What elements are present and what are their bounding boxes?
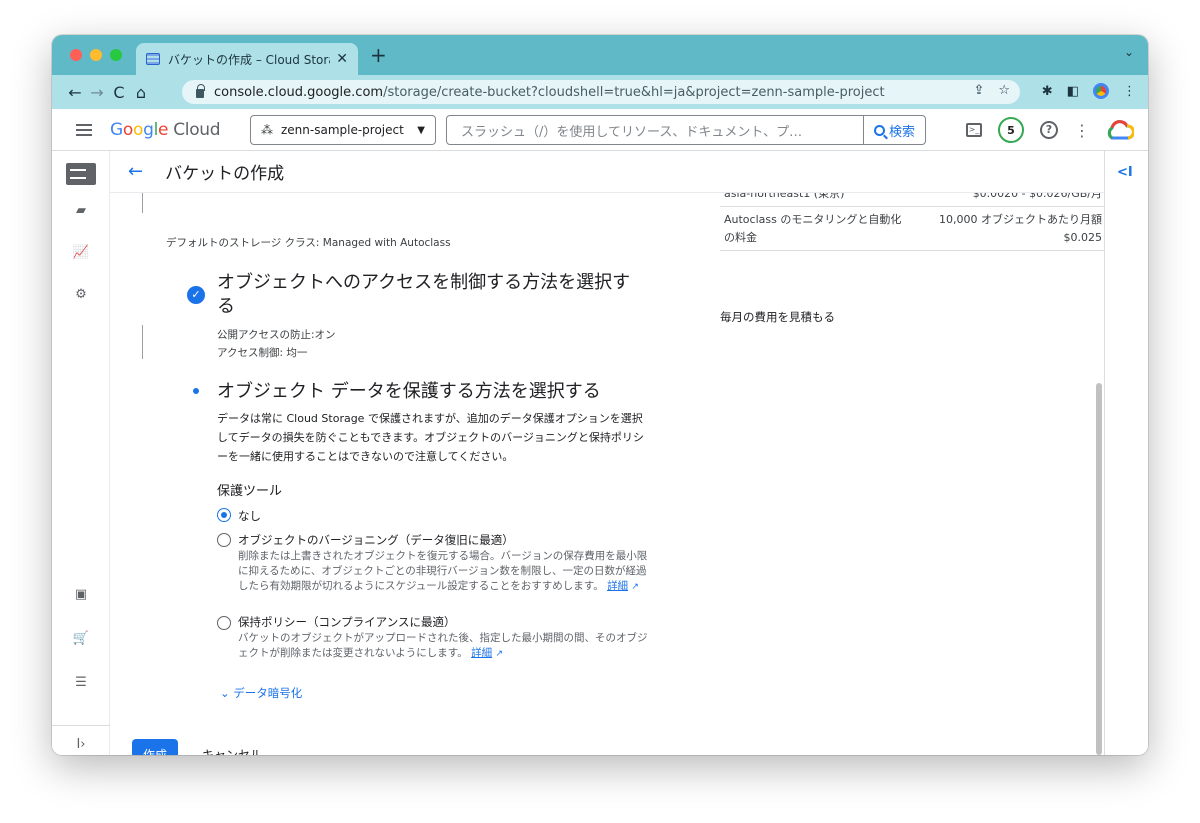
external-link-icon: ↗ bbox=[631, 582, 639, 592]
settings-icon[interactable]: ⚙ bbox=[52, 287, 110, 302]
search-button[interactable]: 検索 bbox=[862, 116, 925, 144]
option-versioning-description: 削除または上書きされたオブジェクトを復元する場合。バージョンの保存費用を最小限に… bbox=[238, 550, 648, 592]
radio-none[interactable] bbox=[217, 508, 231, 522]
chevron-down-icon: ⌄ bbox=[220, 686, 230, 700]
option-retention-label[interactable]: 保持ポリシー（コンプライアンスに最適） bbox=[238, 614, 455, 630]
page-header: ← バケットの作成 bbox=[110, 151, 1104, 193]
access-section-title[interactable]: オブジェクトへのアクセスを制御する方法を選択する bbox=[217, 271, 647, 319]
storage-class-summary: デフォルトのストレージ クラス: Managed with Autoclass bbox=[166, 237, 451, 249]
google-cloud-account-icon[interactable] bbox=[1106, 120, 1135, 140]
profile-icon[interactable] bbox=[1093, 83, 1109, 99]
pricing-row-autoclass: Autoclass のモニタリングと自動化の料金 10,000 オブジェクトあた… bbox=[720, 207, 1104, 251]
browser-tab[interactable]: バケットの作成 – Cloud Storage ✕ bbox=[136, 43, 358, 75]
tab-close-icon[interactable]: ✕ bbox=[336, 51, 348, 67]
expand-nav-icon[interactable]: I› bbox=[52, 737, 110, 752]
tab-search-chevron-icon[interactable]: ⌄ bbox=[1124, 45, 1134, 59]
more-options-icon[interactable]: ⋮ bbox=[1074, 121, 1090, 140]
lock-icon bbox=[196, 83, 205, 98]
back-icon[interactable]: ← bbox=[64, 83, 86, 102]
autoclass-fee-value: 10,000 オブジェクトあたり月額 $0.025 bbox=[939, 213, 1102, 244]
extensions-icon[interactable]: ✱ bbox=[1042, 84, 1053, 99]
current-step-dot bbox=[193, 388, 199, 394]
search-input[interactable]: スラッシュ（/）を使用してリソース、ドキュメント、プ… bbox=[447, 121, 863, 140]
project-name: zenn-sample-project bbox=[281, 123, 404, 137]
address-bar[interactable]: console.cloud.google.com/storage/create-… bbox=[182, 80, 1020, 104]
create-button[interactable]: 作成 bbox=[132, 739, 178, 755]
project-icon: ⁂ bbox=[261, 123, 273, 137]
cart-icon[interactable]: 🛒 bbox=[52, 631, 110, 646]
console-header: Google Cloud ⁂ zenn-sample-project ▼ スラッシ… bbox=[52, 109, 1148, 151]
retention-details-link[interactable]: 詳細 bbox=[471, 647, 492, 659]
back-arrow-icon[interactable]: ← bbox=[128, 161, 143, 182]
toolbar: ← → C ⌂ console.cloud.google.com/storage… bbox=[52, 75, 1148, 109]
vertical-scrollbar[interactable] bbox=[1096, 383, 1102, 755]
forward-icon[interactable]: → bbox=[86, 83, 108, 102]
marketplace-icon[interactable]: ▣ bbox=[52, 587, 110, 602]
project-selector[interactable]: ⁂ zenn-sample-project ▼ bbox=[250, 115, 436, 145]
protection-tools-heading: 保護ツール bbox=[217, 484, 283, 499]
collapse-panel-icon[interactable]: <I bbox=[1117, 165, 1133, 180]
sidepanel-icon[interactable]: ◧ bbox=[1067, 84, 1079, 99]
zoom-window-button[interactable] bbox=[110, 49, 122, 61]
option-versioning-label[interactable]: オブジェクトのバージョニング（データ復旧に最適） bbox=[238, 532, 514, 548]
reload-icon[interactable]: C bbox=[108, 83, 130, 102]
close-window-button[interactable] bbox=[70, 49, 82, 61]
autoclass-fee-label: Autoclass のモニタリングと自動化の料金 bbox=[724, 213, 902, 244]
dropdown-arrow-icon: ▼ bbox=[417, 124, 425, 136]
url-path: /storage/create-bucket?cloudshell=true&h… bbox=[383, 84, 885, 100]
protection-section-title: オブジェクト データを保護する方法を選択する bbox=[217, 381, 601, 402]
browser-window: バケットの作成 – Cloud Storage ✕ + ⌄ ← → C ⌂ co… bbox=[52, 35, 1148, 755]
tab-title: バケットの作成 – Cloud Storage bbox=[168, 52, 330, 67]
search-icon bbox=[873, 124, 885, 136]
notifications-badge[interactable]: 5 bbox=[998, 117, 1024, 143]
tab-strip: バケットの作成 – Cloud Storage ✕ + ⌄ bbox=[52, 35, 1148, 75]
access-control-summary: アクセス制御: 均一 bbox=[217, 347, 308, 359]
option-retention-description: バケットのオブジェクトがアップロードされた後、指定した最小期間の間、そのオブジェ… bbox=[238, 632, 648, 659]
versioning-details-link[interactable]: 詳細 bbox=[607, 580, 628, 592]
storage-favicon-icon bbox=[146, 53, 160, 65]
monitoring-icon[interactable]: 📈 bbox=[52, 245, 110, 260]
cloud-shell-icon[interactable]: >_ bbox=[966, 123, 982, 137]
search-bar: スラッシュ（/）を使用してリソース、ドキュメント、プ… 検索 bbox=[446, 115, 926, 145]
step-complete-check-icon: ✓ bbox=[187, 286, 205, 304]
pricing-row-location: asia-northeast1 (東京) $0.0020 - $0.026/GB… bbox=[720, 193, 1104, 207]
protection-description: データは常に Cloud Storage で保護されますが、追加のデータ保護オプ… bbox=[217, 412, 644, 463]
main-content: デフォルトのストレージ クラス: Managed with Autoclass … bbox=[110, 193, 1104, 755]
menu-icon[interactable]: ⋮ bbox=[1123, 84, 1136, 99]
buckets-icon[interactable]: ▰ bbox=[52, 203, 110, 218]
star-icon[interactable]: ☆ bbox=[998, 83, 1010, 98]
new-tab-button[interactable]: + bbox=[370, 43, 387, 67]
help-icon[interactable]: ? bbox=[1040, 121, 1058, 139]
radio-retention-policy[interactable] bbox=[217, 616, 231, 630]
data-encryption-expander[interactable]: ⌄ データ暗号化 bbox=[220, 685, 302, 701]
external-link-icon: ↗ bbox=[495, 649, 503, 659]
cloud-storage-icon[interactable] bbox=[66, 163, 96, 185]
share-icon[interactable]: ⇪ bbox=[973, 83, 984, 98]
hamburger-menu-icon[interactable] bbox=[76, 123, 92, 136]
cancel-button[interactable]: キャンセル bbox=[202, 746, 262, 755]
left-nav-rail: ▰ 📈 ⚙ ▣ 🛒 ☰ I› bbox=[52, 151, 110, 755]
google-cloud-logo[interactable]: Google Cloud bbox=[110, 120, 221, 140]
url-host: console.cloud.google.com bbox=[214, 84, 384, 100]
release-notes-icon[interactable]: ☰ bbox=[52, 675, 110, 690]
home-icon[interactable]: ⌂ bbox=[130, 83, 152, 102]
minimize-window-button[interactable] bbox=[90, 49, 102, 61]
page-title: バケットの作成 bbox=[165, 164, 285, 184]
public-access-summary: 公開アクセスの防止:オン bbox=[217, 329, 336, 341]
right-side-panel: <I bbox=[1104, 151, 1148, 755]
option-none-label[interactable]: なし bbox=[238, 508, 261, 524]
estimate-monthly-cost-link[interactable]: 毎月の費用を見積もる bbox=[720, 309, 835, 325]
radio-object-versioning[interactable] bbox=[217, 533, 231, 547]
